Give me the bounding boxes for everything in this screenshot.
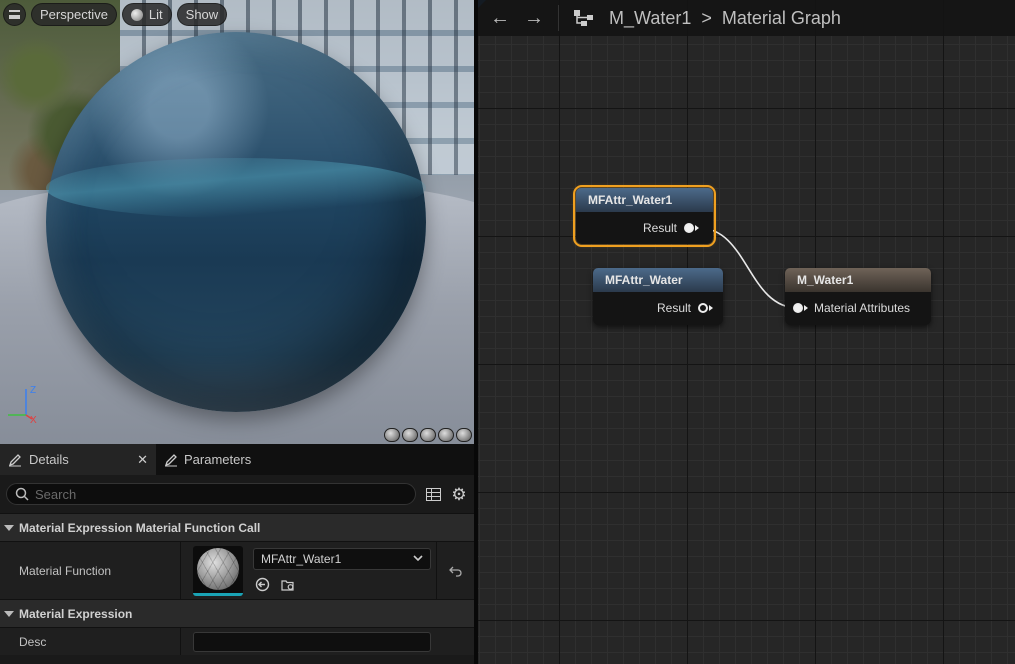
pin-arrow-icon [709,305,713,311]
cylinder-icon[interactable] [384,428,400,442]
graph-node-m-water1[interactable]: M_Water1 Material Attributes [785,268,931,325]
toolbar-separator [558,5,559,31]
use-selected-button[interactable] [253,576,271,594]
hamburger-icon [9,10,20,19]
back-arrow-icon[interactable]: ← [490,7,510,30]
material-preview-viewport[interactable]: Perspective Lit Show Z X [0,0,474,444]
node-title: MFAttr_Water1 [576,188,713,212]
chevron-down-icon [413,555,423,562]
output-pin[interactable] [698,303,708,313]
graph-hierarchy-icon [574,10,593,26]
plane-icon[interactable] [420,428,436,442]
breadcrumb-asset[interactable]: M_Water1 [609,8,691,29]
settings-button[interactable]: ⚙ [450,485,468,503]
search-field[interactable] [6,483,416,505]
search-input[interactable] [35,486,407,502]
input-pin[interactable] [793,303,803,313]
use-selected-icon [255,577,269,592]
lit-button[interactable]: Lit [121,3,172,26]
show-button[interactable]: Show [176,3,228,26]
property-row-desc: Desc [0,627,474,655]
section-header-expression[interactable]: Material Expression [0,599,474,627]
material-function-combo[interactable]: MFAttr_Water1 [253,547,431,570]
tab-parameters[interactable]: Parameters [156,444,259,475]
details-search-row: ⚙ [0,475,474,513]
pin-label: Result [656,301,691,315]
axis-z-label: Z [30,385,36,396]
gear-icon: ⚙ [451,484,467,504]
property-row-material-function: Material Function MFAttr_Water1 [0,541,474,599]
tab-details[interactable]: Details ✕ [0,444,156,475]
node-title: MFAttr_Water [593,268,723,292]
forward-arrow-icon[interactable]: → [524,7,544,30]
section-title: Material Expression Material Function Ca… [19,520,261,535]
reset-arrow-icon[interactable] [448,565,463,577]
tab-parameters-label: Parameters [184,452,252,467]
tab-details-label: Details [29,452,69,467]
close-icon[interactable]: ✕ [137,452,148,468]
property-label: Material Function [0,542,181,599]
breadcrumb-separator: > [701,7,712,28]
details-tabbar: Details ✕ Parameters [0,444,474,475]
pin-arrow-icon [695,225,699,231]
breadcrumb: M_Water1 > Material Graph [609,8,841,29]
pin-label: Material Attributes [814,301,911,315]
preview-shape-toolbar [384,428,472,442]
material-ball-icon [197,548,239,590]
section-title: Material Expression [19,606,133,621]
node-title: M_Water1 [785,268,931,292]
section-header-function-call[interactable]: Material Expression Material Function Ca… [0,513,474,541]
asset-thumbnail[interactable] [193,545,243,596]
desc-field[interactable] [193,631,431,652]
breadcrumb-graph: Material Graph [721,7,841,28]
pencil-icon [8,453,21,466]
custom-mesh-icon[interactable] [456,428,472,442]
details-panel: Details ✕ Parameters Search ⚙ Material E… [0,444,474,664]
graph-node-mfattr-water[interactable]: MFAttr_Water Result [593,268,723,325]
axis-x-label: X [30,415,37,423]
lit-label: Lit [148,7,163,22]
collapse-triangle-icon [4,524,14,531]
preview-sphere [46,32,426,412]
perspective-button[interactable]: Perspective [31,3,117,26]
collapse-triangle-icon [4,610,14,617]
material-graph-canvas[interactable]: ← → M_Water1 > Material Graph MFAttr_Wat… [478,0,1015,664]
axis-gizmo: Z X [8,385,37,423]
viewport-menu-button[interactable] [3,3,26,26]
sphere-icon[interactable] [402,428,418,442]
lit-sphere-icon [130,8,143,21]
viewport-toolbar: Perspective Lit Show [3,3,228,26]
pin-arrow-icon [804,305,808,311]
browse-button[interactable] [279,576,297,594]
graph-toolbar: ← → M_Water1 > Material Graph [478,0,1015,36]
table-view-button[interactable] [424,485,442,503]
pencil-icon [164,453,177,466]
graph-wires [698,227,799,309]
browse-folder-icon [280,579,294,591]
pin-label: Result [642,221,677,235]
combo-value: MFAttr_Water1 [261,551,342,566]
table-icon [425,487,441,501]
graph-node-mfattr-water1[interactable]: MFAttr_Water1 Result [573,185,716,247]
property-label: Desc [0,628,181,655]
search-icon [15,487,29,501]
cube-icon[interactable] [438,428,454,442]
output-pin[interactable] [684,223,694,233]
